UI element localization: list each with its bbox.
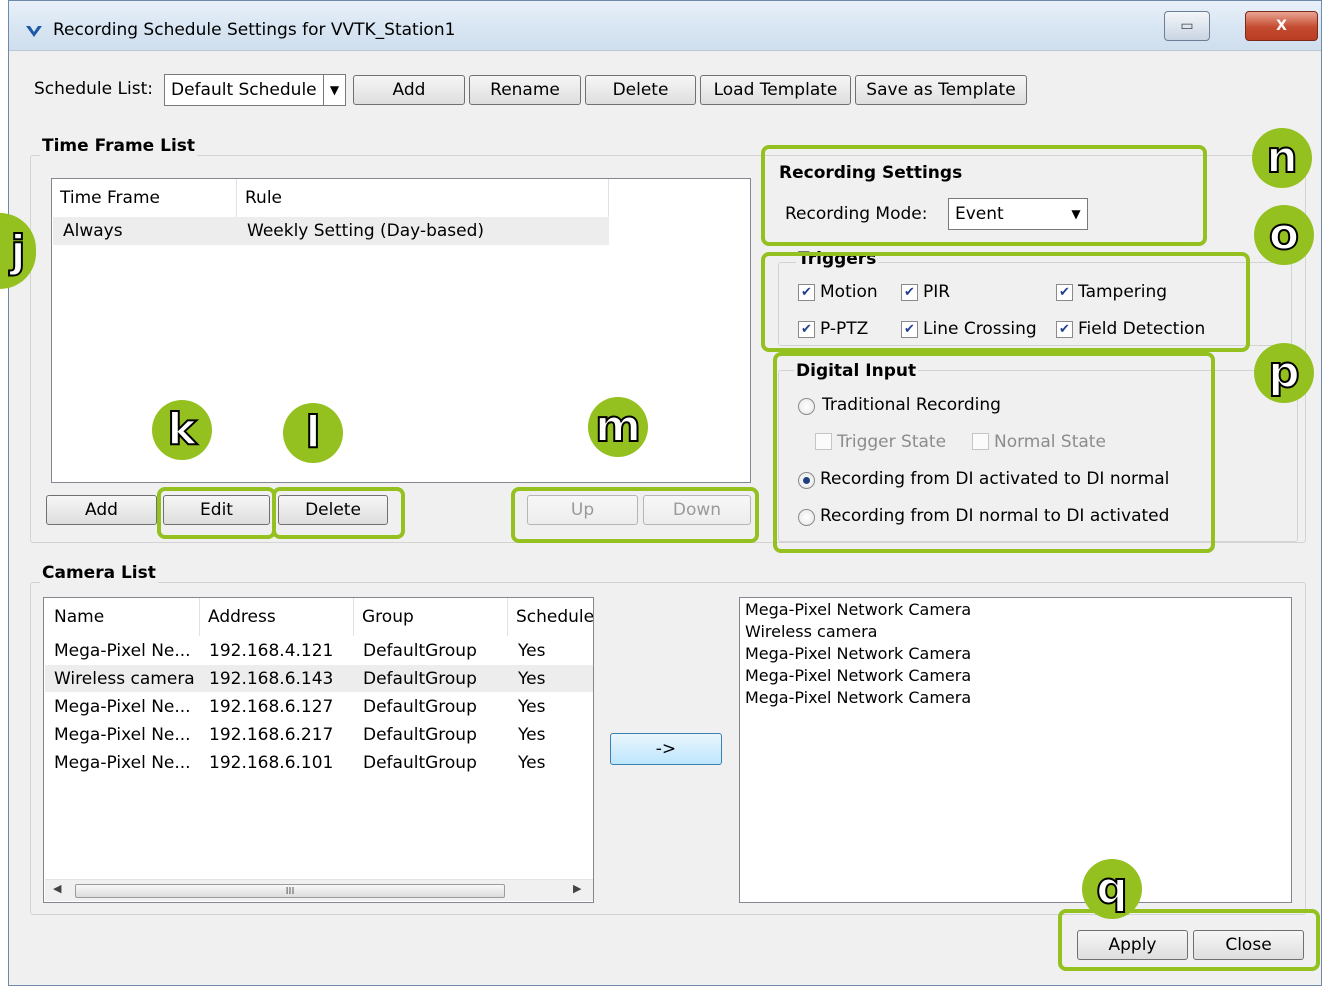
scroll-right-icon[interactable]: ▶	[573, 882, 581, 895]
rename-schedule-button[interactable]: Rename	[469, 75, 581, 105]
schedule-selected-value: Default Schedule	[171, 80, 317, 100]
add-time-frame-button[interactable]: Add	[46, 495, 157, 525]
list-item[interactable]: Wireless camera	[745, 622, 877, 641]
camera-address-cell: 192.168.4.121	[209, 641, 334, 661]
camera-name-cell: Wireless camera	[54, 669, 195, 689]
window-title: Recording Schedule Settings for VVTK_Sta…	[53, 20, 456, 40]
column-header-time-frame[interactable]: Time Frame	[52, 179, 237, 217]
annotation-badge-o: o	[1254, 205, 1314, 265]
list-item[interactable]: Mega-Pixel Network Camera	[745, 644, 971, 663]
column-header-schedule[interactable]: Schedule	[508, 598, 593, 636]
column-header-group[interactable]: Group	[354, 598, 508, 636]
annotation-badge-n: n	[1252, 128, 1312, 188]
save-as-template-button[interactable]: Save as Template	[855, 75, 1027, 105]
scrollbar-grip-icon: III	[285, 885, 295, 897]
camera-name-cell: Mega-Pixel Ne...	[54, 753, 191, 773]
camera-group-cell: DefaultGroup	[363, 669, 477, 689]
highlight-up-down-buttons	[511, 487, 759, 543]
close-icon: X	[1276, 18, 1287, 34]
highlight-delete-button	[272, 487, 405, 539]
camera-schedule-cell: Yes	[518, 697, 546, 717]
camera-schedule-cell: Yes	[518, 641, 546, 661]
list-item[interactable]: Mega-Pixel Network Camera	[745, 600, 971, 619]
load-template-button[interactable]: Load Template	[700, 75, 851, 105]
assigned-camera-list[interactable]: Mega-Pixel Network Camera Wireless camer…	[739, 597, 1292, 903]
camera-group-cell: DefaultGroup	[363, 697, 477, 717]
camera-address-cell: 192.168.6.127	[209, 697, 334, 717]
camera-name-cell: Mega-Pixel Ne...	[54, 697, 191, 717]
camera-address-cell: 192.168.6.101	[209, 753, 334, 773]
highlight-edit-button	[157, 487, 276, 539]
scrollbar-thumb[interactable]: III	[75, 884, 505, 898]
camera-table[interactable]: Name Address Group Schedule Mega-Pixel N…	[43, 597, 594, 903]
camera-list-title: Camera List	[40, 563, 158, 583]
camera-group-cell: DefaultGroup	[363, 725, 477, 745]
title-bar[interactable]: Recording Schedule Settings for VVTK_Sta…	[9, 1, 1321, 51]
assign-camera-button[interactable]: ->	[610, 733, 722, 765]
annotation-badge-k: k	[152, 400, 212, 460]
camera-schedule-cell: Yes	[518, 725, 546, 745]
camera-address-cell: 192.168.6.217	[209, 725, 334, 745]
annotation-badge-q: q	[1082, 859, 1142, 919]
annotation-badge-m: m	[588, 397, 648, 457]
camera-group-cell: DefaultGroup	[363, 641, 477, 661]
annotation-badge-p: p	[1254, 343, 1314, 403]
highlight-triggers	[761, 252, 1250, 352]
camera-address-cell: 192.168.6.143	[209, 669, 334, 689]
annotation-badge-l: l	[283, 403, 343, 463]
list-item[interactable]: Mega-Pixel Network Camera	[745, 688, 971, 707]
camera-group-cell: DefaultGroup	[363, 753, 477, 773]
schedule-list-label: Schedule List:	[34, 79, 153, 99]
column-header-rule[interactable]: Rule	[237, 179, 609, 217]
time-frame-cell: Always	[63, 221, 123, 241]
rule-cell: Weekly Setting (Day-based)	[247, 221, 485, 241]
column-header-name[interactable]: Name	[44, 598, 200, 636]
close-window-button[interactable]: X	[1245, 11, 1318, 41]
add-schedule-button[interactable]: Add	[353, 75, 465, 105]
horizontal-scrollbar[interactable]: ◀ III ▶	[45, 879, 593, 901]
restore-icon: ▭	[1180, 18, 1194, 34]
camera-name-cell: Mega-Pixel Ne...	[54, 641, 191, 661]
schedule-list-dropdown[interactable]: Default Schedule ▼	[164, 74, 346, 106]
highlight-digital-input	[773, 352, 1215, 553]
highlight-apply-close	[1058, 909, 1320, 971]
app-logo-icon	[26, 26, 42, 37]
delete-schedule-button[interactable]: Delete	[585, 75, 696, 105]
camera-schedule-cell: Yes	[518, 753, 546, 773]
chevron-down-icon: ▼	[323, 75, 345, 105]
column-header-address[interactable]: Address	[200, 598, 354, 636]
list-item[interactable]: Mega-Pixel Network Camera	[745, 666, 971, 685]
camera-name-cell: Mega-Pixel Ne...	[54, 725, 191, 745]
scroll-left-icon[interactable]: ◀	[53, 882, 61, 895]
camera-schedule-cell: Yes	[518, 669, 546, 689]
highlight-recording-settings	[761, 145, 1207, 246]
restore-button[interactable]: ▭	[1164, 11, 1210, 41]
time-frame-title: Time Frame List	[40, 136, 198, 156]
